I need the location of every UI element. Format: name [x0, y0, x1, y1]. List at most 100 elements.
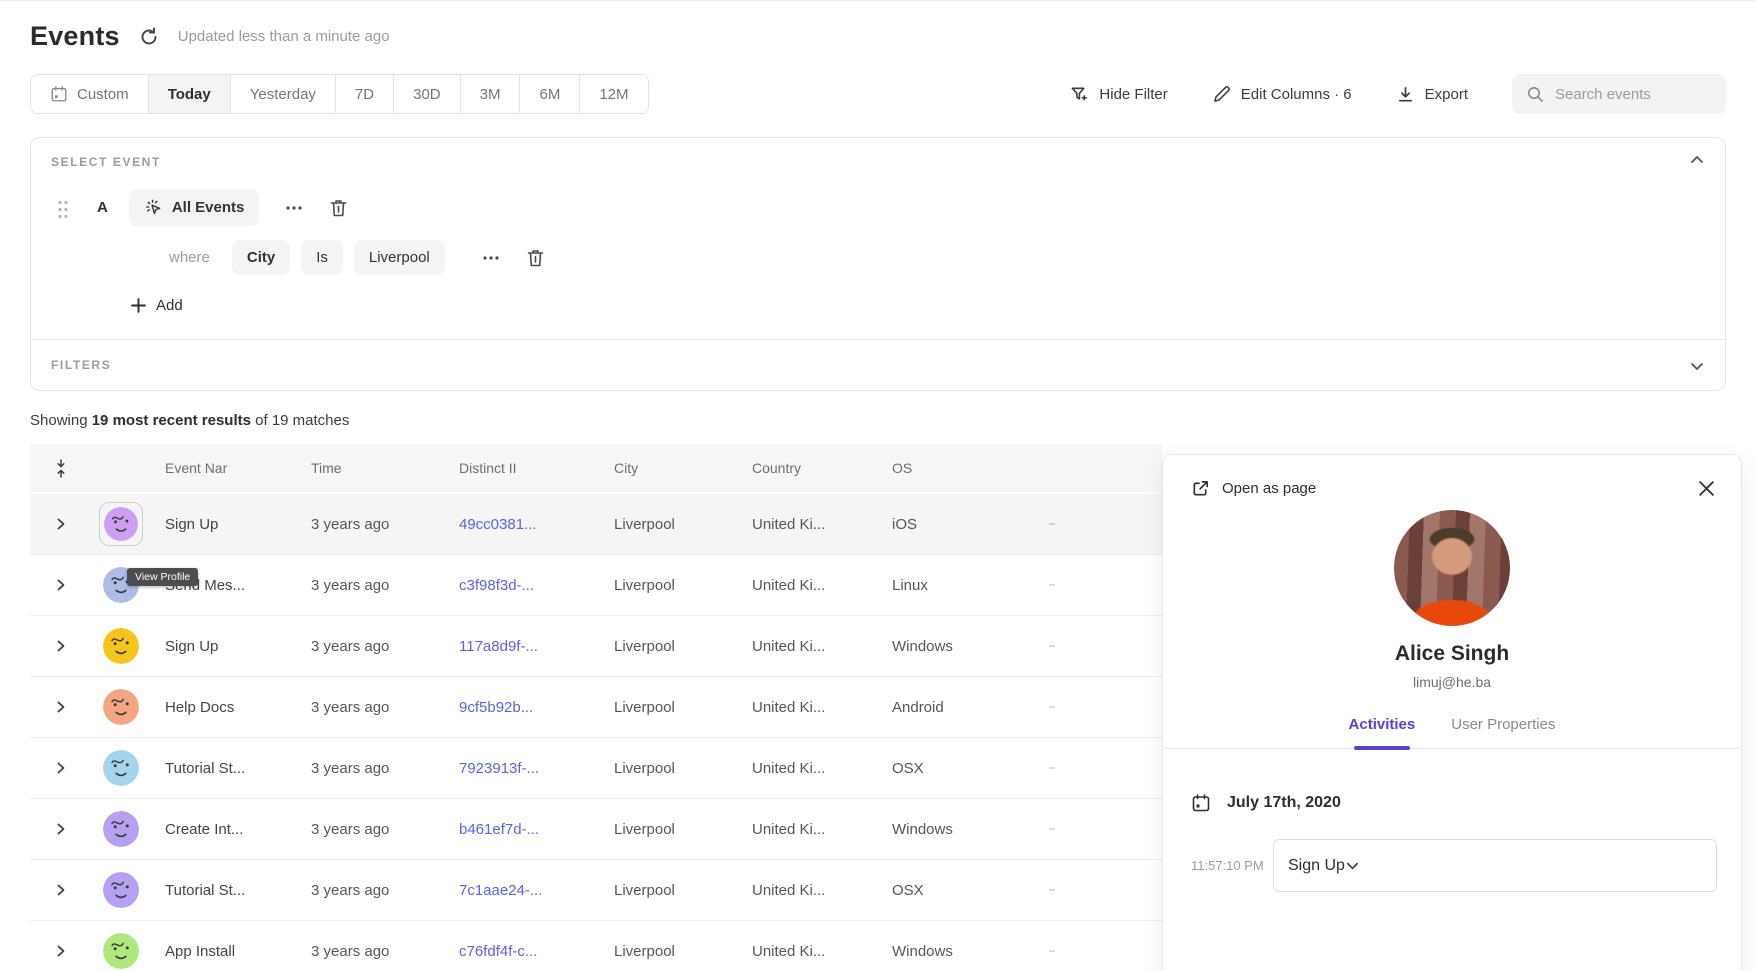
search-events-box[interactable] — [1512, 74, 1726, 114]
date-tab-7d[interactable]: 7D — [336, 75, 394, 113]
date-tab-today[interactable]: Today — [149, 75, 231, 113]
filter-value-chip[interactable]: Liverpool — [354, 240, 445, 275]
avatar[interactable] — [103, 872, 139, 908]
date-tab-6m[interactable]: 6M — [520, 75, 580, 113]
collapse-rows-icon[interactable] — [54, 459, 68, 478]
distinct-id-link[interactable]: c76fdf4f-c... — [454, 943, 609, 960]
chevron-right-icon[interactable] — [55, 945, 67, 957]
query-builder-card: SELECT EVENT A — [30, 137, 1726, 391]
ellipsis-icon[interactable] — [1037, 828, 1055, 830]
chevron-right-icon[interactable] — [55, 762, 67, 774]
search-input[interactable] — [1555, 86, 1712, 103]
export-label: Export — [1425, 86, 1468, 103]
event-name-cell: App Install — [160, 943, 306, 960]
col-distinct-id[interactable]: Distinct II — [454, 460, 609, 476]
ellipsis-icon[interactable] — [1037, 523, 1055, 525]
avatar[interactable] — [99, 502, 143, 546]
profile-tabs: Activities User Properties — [1163, 716, 1741, 749]
country-cell: United Ki... — [747, 760, 887, 777]
date-tab-30d[interactable]: 30D — [394, 75, 461, 113]
ellipsis-icon[interactable] — [482, 255, 500, 261]
distinct-id-link[interactable]: c3f98f3d-... — [454, 577, 609, 594]
chevron-right-icon[interactable] — [55, 701, 67, 713]
chevron-down-icon[interactable] — [1689, 358, 1705, 374]
open-as-page-button[interactable]: Open as page — [1191, 479, 1316, 498]
refresh-icon[interactable] — [138, 26, 160, 48]
ellipsis-icon[interactable] — [1037, 950, 1055, 952]
tab-activities[interactable]: Activities — [1349, 716, 1416, 748]
avatar[interactable] — [103, 811, 139, 847]
time-cell: 3 years ago — [306, 699, 454, 716]
col-os[interactable]: OS — [887, 460, 1037, 476]
col-city[interactable]: City — [609, 460, 747, 476]
event-name-cell: Sign Up — [160, 638, 306, 655]
distinct-id-link[interactable]: 49cc0381... — [454, 516, 609, 533]
table-row[interactable]: Tutorial St...3 years ago7c1aae24-...Liv… — [30, 860, 1162, 921]
edit-columns-label: Edit Columns · 6 — [1241, 86, 1352, 103]
table-row[interactable]: Sign Up3 years ago49cc0381...LiverpoolUn… — [30, 494, 1162, 555]
all-events-chip[interactable]: All Events — [129, 189, 260, 226]
event-name-cell: Tutorial St... — [160, 760, 306, 777]
table-row[interactable]: Help Docs3 years ago9cf5b92b...Liverpool… — [30, 677, 1162, 738]
results-summary: Showing 19 most recent results of 19 mat… — [0, 391, 1756, 429]
add-event-button[interactable]: Add — [131, 297, 183, 314]
distinct-id-link[interactable]: 7923913f-... — [454, 760, 609, 777]
ellipsis-icon[interactable] — [1037, 706, 1055, 708]
avatar[interactable] — [103, 628, 139, 664]
avatar[interactable] — [103, 933, 139, 969]
col-country[interactable]: Country — [747, 460, 887, 476]
edit-columns-button[interactable]: Edit Columns · 6 — [1212, 85, 1352, 104]
events-page: Events Updated less than a minute ago Cu… — [0, 0, 1756, 971]
chevron-right-icon[interactable] — [55, 823, 67, 835]
table-row[interactable]: App Install3 years agoc76fdf4f-c...Liver… — [30, 921, 1162, 971]
chevron-right-icon[interactable] — [55, 518, 67, 530]
distinct-id-link[interactable]: b461ef7d-... — [454, 821, 609, 838]
distinct-id-link[interactable]: 117a8d9f-... — [454, 638, 609, 655]
filter-property-chip[interactable]: City — [232, 240, 290, 275]
ellipsis-icon[interactable] — [1037, 584, 1055, 586]
col-time[interactable]: Time — [306, 460, 454, 476]
time-cell: 3 years ago — [306, 882, 454, 899]
col-event-name[interactable]: Event Nar — [160, 460, 306, 476]
filters-section[interactable]: FILTERS — [31, 339, 1725, 390]
ellipsis-icon[interactable] — [1037, 767, 1055, 769]
date-tab-yesterday[interactable]: Yesterday — [231, 75, 336, 113]
os-cell: OSX — [887, 760, 1037, 777]
export-button[interactable]: Export — [1396, 85, 1468, 104]
chevron-right-icon[interactable] — [55, 640, 67, 652]
hide-filter-button[interactable]: Hide Filter — [1070, 85, 1167, 104]
chevron-right-icon[interactable] — [55, 884, 67, 896]
time-cell: 3 years ago — [306, 943, 454, 960]
city-cell: Liverpool — [609, 516, 747, 533]
avatar[interactable] — [103, 750, 139, 786]
drag-handle-icon[interactable] — [56, 199, 70, 217]
chevron-right-icon[interactable] — [55, 579, 67, 591]
table-row[interactable]: Send Mes...3 years agoc3f98f3d-...Liverp… — [30, 555, 1162, 616]
tab-user-properties[interactable]: User Properties — [1451, 716, 1555, 748]
avatar[interactable] — [103, 689, 139, 725]
table-row[interactable]: Create Int...3 years agob461ef7d-...Live… — [30, 799, 1162, 860]
country-cell: United Ki... — [747, 882, 887, 899]
trash-icon[interactable] — [526, 248, 545, 268]
ellipsis-icon[interactable] — [1037, 645, 1055, 647]
date-tab-3m[interactable]: 3M — [461, 75, 521, 113]
ellipsis-icon[interactable] — [285, 205, 303, 211]
filter-operator-chip[interactable]: Is — [301, 240, 343, 275]
city-cell: Liverpool — [609, 943, 747, 960]
ellipsis-icon[interactable] — [1037, 889, 1055, 891]
page-header: Events Updated less than a minute ago — [0, 1, 1756, 52]
date-tab-custom[interactable]: Custom — [31, 75, 149, 113]
table-row[interactable]: Tutorial St...3 years ago7923913f-...Liv… — [30, 738, 1162, 799]
table-row[interactable]: Sign Up3 years ago117a8d9f-...LiverpoolU… — [30, 616, 1162, 677]
activity-event-select[interactable]: Sign Up — [1273, 839, 1717, 892]
distinct-id-link[interactable]: 7c1aae24-... — [454, 882, 609, 899]
download-icon — [1396, 85, 1415, 104]
chevron-up-icon[interactable] — [1689, 152, 1705, 168]
close-icon[interactable] — [1698, 480, 1715, 497]
date-tab-12m[interactable]: 12M — [580, 75, 647, 113]
distinct-id-link[interactable]: 9cf5b92b... — [454, 699, 609, 716]
trash-icon[interactable] — [329, 198, 348, 218]
city-cell: Liverpool — [609, 699, 747, 716]
event-name-cell: Help Docs — [160, 699, 306, 716]
time-cell: 3 years ago — [306, 577, 454, 594]
